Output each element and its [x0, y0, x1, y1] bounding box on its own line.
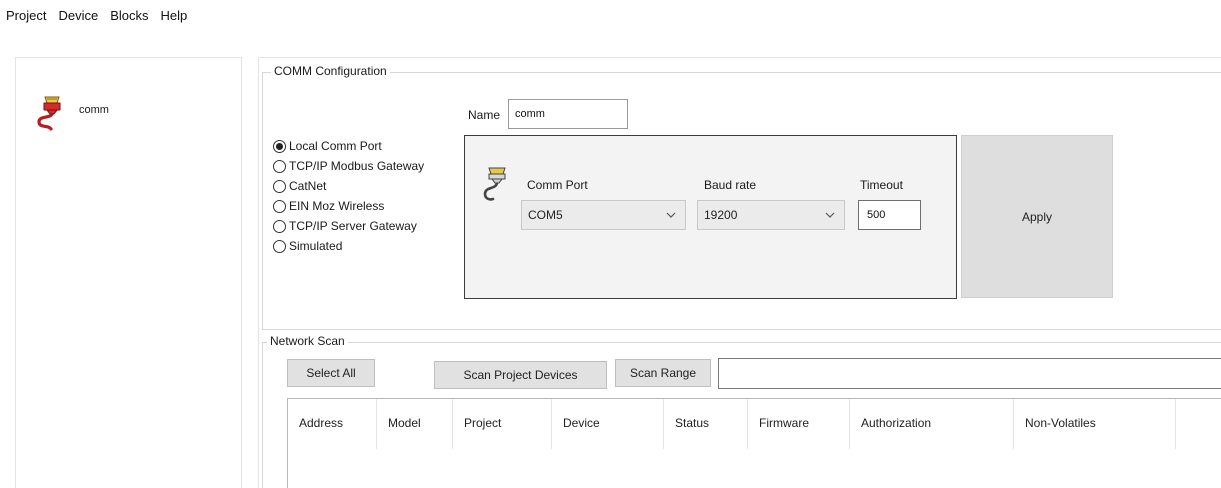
radio-label: Local Comm Port: [289, 139, 382, 153]
scan-range-input[interactable]: [718, 358, 1221, 389]
comm-port-label: Comm Port: [527, 178, 588, 192]
radio-tcpip-modbus-gateway[interactable]: TCP/IP Modbus Gateway: [273, 156, 424, 176]
comm-port-icon: [33, 95, 73, 134]
radio-catnet[interactable]: CatNet: [273, 176, 424, 196]
tree-item-comm[interactable]: comm: [33, 95, 109, 134]
device-table: Address Model Project Device Status Firm…: [287, 398, 1221, 488]
column-header-non-volatiles[interactable]: Non-Volatiles: [1014, 399, 1176, 449]
column-header-model[interactable]: Model: [377, 399, 453, 449]
radio-label: Simulated: [289, 239, 343, 253]
radio-tcpip-server-gateway[interactable]: TCP/IP Server Gateway: [273, 216, 424, 236]
name-label: Name: [468, 108, 501, 122]
menu-device[interactable]: Device: [58, 8, 98, 23]
radio-button[interactable]: [273, 219, 286, 233]
menu-help[interactable]: Help: [161, 8, 188, 23]
baud-rate-label: Baud rate: [704, 178, 757, 192]
tree-item-label: comm: [79, 103, 109, 116]
radio-label: CatNet: [289, 179, 327, 193]
radio-label: EIN Moz Wireless: [289, 199, 385, 213]
radio-button[interactable]: [273, 199, 286, 213]
column-header-firmware[interactable]: Firmware: [748, 399, 850, 449]
radio-button[interactable]: [273, 239, 286, 253]
column-header-authorization[interactable]: Authorization: [850, 399, 1014, 449]
radio-local-comm-port[interactable]: Local Comm Port: [273, 136, 424, 156]
column-header-device[interactable]: Device: [552, 399, 664, 449]
menu-project[interactable]: Project: [6, 8, 46, 23]
radio-button-checked[interactable]: [273, 139, 286, 153]
radio-ein-moz-wireless[interactable]: EIN Moz Wireless: [273, 196, 424, 216]
radio-button[interactable]: [273, 179, 286, 193]
chevron-down-icon: [825, 212, 835, 218]
menu-bar: Project Device Blocks Help: [0, 0, 1221, 30]
radio-simulated[interactable]: Simulated: [273, 236, 424, 256]
column-header-status[interactable]: Status: [664, 399, 748, 449]
chevron-down-icon: [666, 212, 676, 218]
comm-port-select[interactable]: COM5: [521, 200, 686, 230]
serial-port-icon: [481, 166, 513, 205]
network-scan-title: Network Scan: [267, 334, 348, 348]
name-input[interactable]: [508, 99, 628, 129]
radio-label: TCP/IP Modbus Gateway: [289, 159, 425, 173]
timeout-label: Timeout: [860, 178, 903, 192]
table-header: Address Model Project Device Status Firm…: [288, 399, 1221, 449]
baud-rate-select[interactable]: 19200: [697, 200, 845, 230]
comm-port-value: COM5: [528, 208, 563, 222]
scan-project-devices-button[interactable]: Scan Project Devices: [434, 361, 607, 389]
apply-button[interactable]: Apply: [961, 135, 1113, 298]
scan-range-button[interactable]: Scan Range: [615, 359, 711, 387]
radio-label: TCP/IP Server Gateway: [289, 219, 417, 233]
project-tree-panel: comm: [15, 57, 242, 488]
select-all-button[interactable]: Select All: [287, 359, 375, 387]
comm-configuration-title: COMM Configuration: [271, 64, 390, 78]
column-header-project[interactable]: Project: [453, 399, 552, 449]
baud-rate-value: 19200: [704, 208, 738, 222]
menu-blocks[interactable]: Blocks: [110, 8, 148, 23]
radio-button[interactable]: [273, 159, 286, 173]
timeout-input[interactable]: [858, 200, 921, 230]
column-header-address[interactable]: Address: [288, 399, 377, 449]
connection-type-radio-group: Local Comm Port TCP/IP Modbus Gateway Ca…: [273, 136, 424, 256]
